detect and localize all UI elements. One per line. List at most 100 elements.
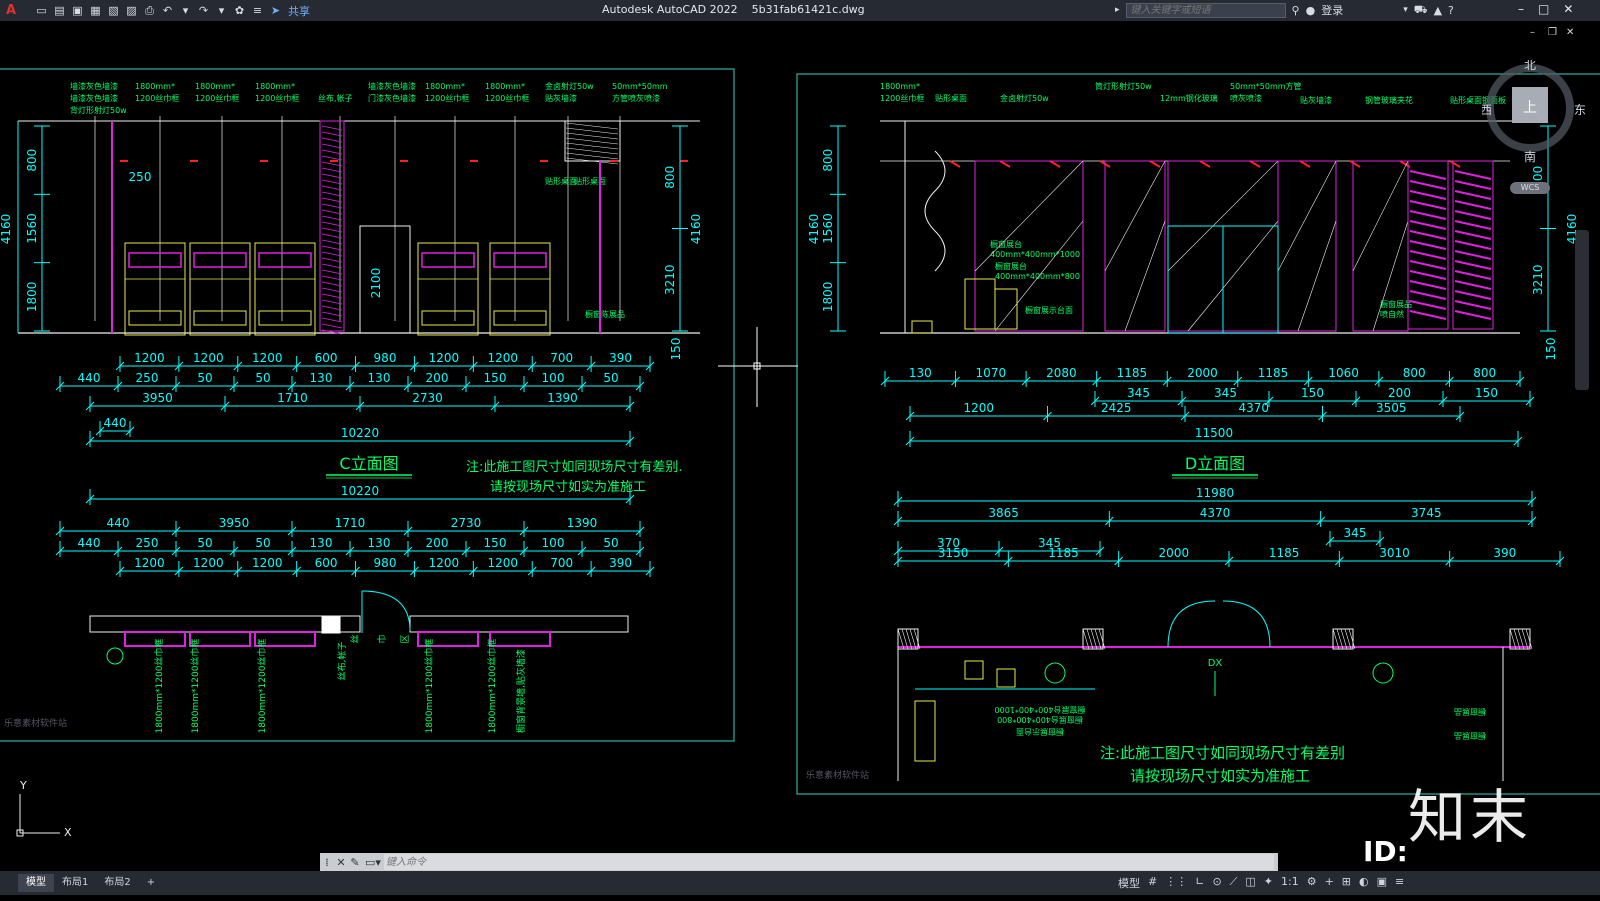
annotation-scale[interactable]: 1:1 [1281,875,1299,891]
tab-layout2[interactable]: 布局2 [96,874,138,892]
d-dim-row2-label: 345 [1127,386,1150,400]
c-dim-row2-label: 130 [310,371,333,385]
share-icon[interactable]: ➤ [268,4,283,18]
plot-icon[interactable]: ⎙ [142,4,157,18]
doc-minimize-icon[interactable]: – [1530,27,1535,38]
c-curtain-pattern [321,299,343,305]
open-web-icon[interactable]: ▧ [106,4,121,18]
redo-dropdown-icon[interactable]: ▾ [214,4,229,18]
plus-icon[interactable]: + [1325,875,1334,891]
tab-model[interactable]: 模型 [18,874,54,892]
model-space-label[interactable]: 模型 [1118,875,1140,891]
d-plan-label: 橱窗展品 [1454,707,1486,717]
save-as-icon[interactable]: ▦ [88,4,103,18]
viewcube[interactable]: 上 北 南 西 东 WCS [1482,60,1592,170]
customize-status-icon[interactable]: ≡ [1395,875,1404,891]
c-plan-row3-label: 1200 [134,556,165,570]
navigation-bar[interactable] [1575,230,1589,390]
c-vdim-right-total: 4160 [689,214,703,245]
d-dim-row2-label: 345 [1214,386,1237,400]
c-callout-text: 1800mm* [135,82,175,91]
autocad-logo-icon[interactable]: A [2,0,20,21]
undo-icon[interactable]: ↶ [160,4,175,18]
close-icon[interactable]: ✕ [1563,2,1573,16]
d-dim-row1-label: 800 [1403,366,1426,380]
d-dim-row1-label: 1060 [1328,366,1359,380]
tab-layout1[interactable]: 布局1 [54,874,96,892]
c-plan-row2-label: 150 [484,536,507,550]
c-curtain-pattern [321,167,343,173]
save-web-icon[interactable]: ▨ [124,4,139,18]
c-plan-row1-label: 1390 [567,516,598,530]
share-label[interactable]: 共享 [288,3,310,19]
keyword-search-input[interactable] [1125,2,1286,18]
d-pattern-stroke [1409,230,1447,240]
snap-icon[interactable]: ⋮⋮ [1165,875,1187,891]
viewcube-south[interactable]: 南 [1524,149,1536,164]
c-plan-label: 1800mm*1200丝巾框 [486,639,498,734]
command-grip-icon[interactable]: ⁞ [320,853,334,871]
fullscreen-icon[interactable]: ▣ [1377,875,1387,891]
d-plan-row1-label: 3745 [1411,506,1442,520]
c-plan-row1-label: 3950 [219,516,250,530]
c-plan-row2-label: 250 [136,536,159,550]
help-icon[interactable]: ? [1448,4,1454,17]
user-icon[interactable]: ● [1306,4,1316,17]
redo-icon[interactable]: ↷ [196,4,211,18]
new-file-icon[interactable]: ▭ [34,4,49,18]
command-close-icon[interactable]: ✕ [334,853,348,871]
c-elevation-drawing: 墙漆灰色墙漆墙漆灰色墙漆背灯形射灯50w1800mm*1200丝巾框1800mm… [0,81,703,733]
c-plan-label: 1800mm*1200丝巾框 [153,639,165,734]
d-plan-plant-icon [1372,662,1394,684]
cart-icon[interactable]: ⛟ [1414,3,1428,18]
polar-icon[interactable]: ⊙ [1212,875,1221,891]
maximize-icon[interactable]: □ [1538,2,1549,16]
recent-commands-icon[interactable]: ▭▾ [362,853,384,871]
c-curtain-pattern [321,317,343,323]
wcs-menu[interactable]: WCS [1510,182,1550,194]
d-callout-text: 1200丝巾框 [880,93,924,103]
d-callout-text: 400mm*400mm*1000 [990,250,1080,259]
d-callout-text: 橱窗展示台面 [1025,305,1073,315]
customize-dropdown-icon[interactable]: ≡ [250,4,265,18]
autodesk-app-icon[interactable]: ▲ [1434,4,1442,17]
isolate-icon[interactable]: ◐ [1359,875,1369,891]
viewcube-east[interactable]: 东 [1574,103,1586,117]
doc-restore-icon[interactable]: ❐ [1548,27,1557,38]
save-icon[interactable]: ▣ [70,4,85,18]
login-dropdown-icon[interactable]: ▾ [1403,5,1408,15]
viewcube-north[interactable]: 北 [1524,60,1536,72]
workspace-icon[interactable]: ✿ [232,4,247,18]
d-base-block [911,320,933,334]
add-layout-button[interactable]: + [139,874,163,892]
gear-icon[interactable]: ⚙ [1307,875,1317,891]
osnap-icon[interactable]: ◫ [1245,875,1255,891]
c-callout-text: 1200丝巾框 [255,93,299,103]
units-icon[interactable]: ⊞ [1342,875,1351,891]
open-file-icon[interactable]: ▤ [52,4,67,18]
ortho-icon[interactable]: ∟ [1195,875,1204,891]
search-icon[interactable]: ⚲ [1292,4,1300,17]
c-dim-row2-label: 50 [255,371,270,385]
d-stamp: 乐意素材软件站 [806,769,869,781]
command-customize-icon[interactable]: ✎ [348,853,362,871]
d-elevation-drawing: 1800mm* 1200丝巾框 贴形桌面 金卤射灯50w 筒灯形射灯50w 12mm钢化玻… [807,81,1579,781]
drawing-canvas[interactable]: – ❐ ✕ 墙漆灰色墙漆墙漆灰色墙漆背灯形射灯50w1800mm*1200丝巾框… [0,21,1600,853]
login-label[interactable]: 登录 [1321,2,1343,18]
command-input[interactable] [384,854,1274,870]
d-callout-text: 钢管玻璃夹花 [1365,95,1413,105]
expand-arrow-icon[interactable]: ▸ [1115,5,1120,15]
undo-dropdown-icon[interactable]: ▾ [178,4,193,18]
minimize-icon[interactable]: – [1518,2,1524,16]
annotation-icon[interactable]: ✦ [1264,875,1273,891]
c-cabinet-scarf-rack [421,252,475,268]
doc-close-icon[interactable]: ✕ [1566,27,1574,38]
grid-icon[interactable]: # [1148,875,1157,891]
viewcube-west[interactable]: 西 [1482,103,1492,117]
isodraft-icon[interactable]: ⟋ [1230,875,1238,891]
c-cabinet-scarf-rack [493,252,547,268]
c-plan-total-label: 10220 [341,484,379,498]
d-callout-text: 贴灰墙漆 [1300,95,1332,105]
d-vdim-right-label: 3210 [1531,264,1545,295]
c-dim-row1-label: 1200 [488,351,519,365]
